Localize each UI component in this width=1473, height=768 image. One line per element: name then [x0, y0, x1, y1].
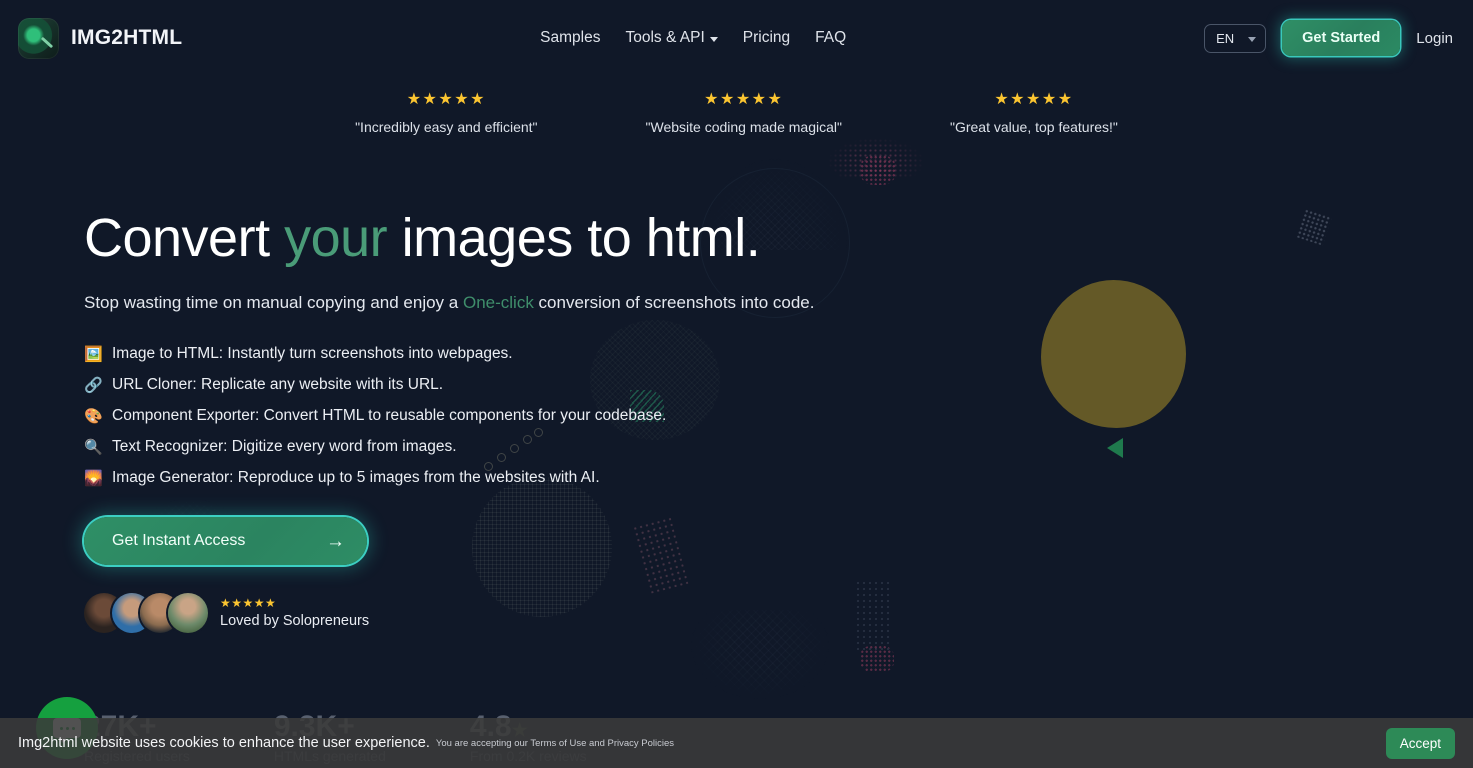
- list-item: 🔍 Text Recognizer: Digitize every word f…: [84, 438, 1473, 456]
- list-item: 🖼️ Image to HTML: Instantly turn screens…: [84, 345, 1473, 363]
- feature-text: Image Generator: Reproduce up to 5 image…: [112, 469, 600, 487]
- testimonial-item: ★★★★★ "Website coding made magical": [645, 91, 842, 136]
- feature-text: Text Recognizer: Digitize every word fro…: [112, 438, 457, 456]
- avatar: [168, 593, 208, 634]
- palette-icon: 🎨: [84, 408, 103, 426]
- login-link[interactable]: Login: [1416, 30, 1453, 47]
- brand-logo-group[interactable]: IMG2HTML: [18, 17, 183, 59]
- social-proof-meta: ★★★★★ Loved by Solopreneurs: [220, 597, 369, 629]
- image-icon: 🖼️: [84, 346, 103, 364]
- subtitle-accent-word: One-click: [462, 293, 534, 313]
- brand-name: IMG2HTML: [71, 26, 183, 49]
- nav-item-pricing[interactable]: Pricing: [743, 29, 790, 47]
- get-started-button[interactable]: Get Started: [1282, 20, 1401, 56]
- testimonial-text: "Great value, top features!": [949, 119, 1118, 135]
- cta-label: Get Instant Access: [112, 532, 246, 550]
- page-title: Convert your images to html.: [84, 209, 1473, 267]
- dot-pattern-crimson-lower: [860, 645, 894, 673]
- dot-pattern-crimson-upper: [860, 155, 896, 185]
- cookie-policy-note: You are accepting our Terms of Use and P…: [435, 737, 675, 749]
- magnifier-logo-icon: [18, 17, 59, 59]
- nav-label-tools-api: Tools & API: [625, 29, 705, 46]
- site-header: IMG2HTML Samples Tools & API Pricing FAQ…: [0, 0, 1473, 76]
- star-rating-icon: ★★★★★: [994, 91, 1074, 108]
- main-navigation: Samples Tools & API Pricing FAQ: [540, 29, 846, 47]
- nav-item-faq[interactable]: FAQ: [815, 29, 846, 47]
- star-rating-icon: ★★★★★: [220, 596, 277, 611]
- nav-item-samples[interactable]: Samples: [540, 29, 600, 47]
- cookie-message: Img2html website uses cookies to enhance…: [18, 735, 430, 751]
- title-accent-word: your: [284, 208, 388, 268]
- nav-label-pricing: Pricing: [742, 29, 791, 46]
- star-rating-icon: ★★★★★: [406, 91, 486, 108]
- subtitle-part-one: Stop wasting time on manual copying and …: [84, 293, 463, 313]
- magnifier-icon: 🔍: [84, 439, 103, 457]
- title-part-two: images to html.: [387, 208, 761, 268]
- get-instant-access-button[interactable]: Get Instant Access →: [84, 517, 367, 566]
- feature-list: 🖼️ Image to HTML: Instantly turn screens…: [84, 345, 1473, 487]
- chevron-down-icon: [709, 36, 718, 42]
- hero-section: Convert your images to html. Stop wastin…: [0, 209, 1473, 634]
- dot-pattern-top: [828, 138, 924, 178]
- star-rating-icon: ★★★★★: [704, 91, 784, 108]
- testimonial-item: ★★★★★ "Great value, top features!": [949, 91, 1118, 136]
- list-item: 🎨 Component Exporter: Convert HTML to re…: [84, 407, 1473, 425]
- testimonial-strip: ★★★★★ "Incredibly easy and efficient" ★★…: [0, 91, 1473, 136]
- social-proof-label: Loved by Solopreneurs: [220, 613, 370, 630]
- chevron-down-icon: [1248, 36, 1257, 42]
- link-icon: 🔗: [84, 377, 103, 395]
- nav-item-tools-api[interactable]: Tools & API: [625, 29, 718, 47]
- arrow-right-icon: →: [326, 530, 345, 552]
- title-part-one: Convert: [84, 208, 285, 268]
- nav-label-samples: Samples: [540, 29, 601, 46]
- hero-subtitle: Stop wasting time on manual copying and …: [84, 293, 1473, 313]
- list-item: 🌄 Image Generator: Reproduce up to 5 ima…: [84, 469, 1473, 487]
- accept-cookies-button[interactable]: Accept: [1385, 727, 1455, 759]
- language-value: EN: [1216, 30, 1235, 46]
- subtitle-part-two: conversion of screenshots into code.: [533, 293, 815, 313]
- avatar-group: [84, 593, 208, 634]
- cookie-consent-bar: Img2html website uses cookies to enhance…: [0, 718, 1473, 768]
- nav-label-faq: FAQ: [815, 29, 847, 46]
- social-proof: ★★★★★ Loved by Solopreneurs: [84, 593, 1473, 634]
- testimonial-item: ★★★★★ "Incredibly easy and efficient": [355, 91, 538, 136]
- feature-text: Component Exporter: Convert HTML to reus…: [112, 407, 667, 425]
- language-selector[interactable]: EN: [1204, 23, 1267, 53]
- sunrise-icon: 🌄: [84, 470, 103, 488]
- feature-text: Image to HTML: Instantly turn screenshot…: [112, 345, 513, 363]
- feature-text: URL Cloner: Replicate any website with i…: [112, 376, 444, 394]
- header-actions: EN Get Started Login: [1204, 20, 1453, 56]
- list-item: 🔗 URL Cloner: Replicate any website with…: [84, 376, 1473, 394]
- testimonial-text: "Website coding made magical": [645, 119, 842, 135]
- testimonial-text: "Incredibly easy and efficient": [355, 119, 538, 135]
